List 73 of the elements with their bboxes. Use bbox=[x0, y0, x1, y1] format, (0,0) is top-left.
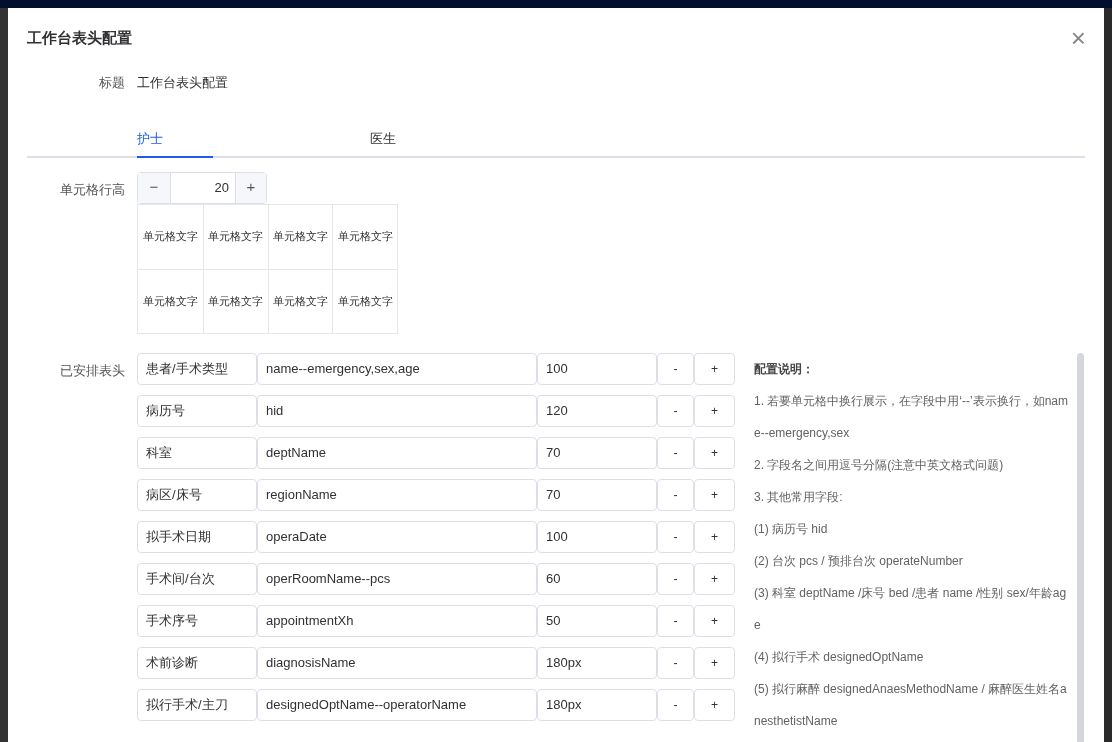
table-cell: 单元格文字 bbox=[267, 269, 333, 333]
note-line: (1) 病历号 hid bbox=[754, 520, 829, 538]
title-value: 工作台表头配置 bbox=[137, 74, 228, 92]
width-input[interactable]: 70 bbox=[537, 436, 657, 469]
note-line: (5) 拟行麻醉 designedAnaesMethodName / 麻醉医生姓名anesthetistName bbox=[754, 680, 1068, 730]
increment-button[interactable]: + bbox=[694, 646, 735, 679]
width-input[interactable]: 100 bbox=[537, 520, 657, 553]
increment-button[interactable]: + bbox=[694, 688, 735, 721]
increment-button[interactable]: + bbox=[694, 604, 735, 637]
field-input[interactable]: deptName bbox=[257, 436, 537, 469]
increment-button[interactable]: + bbox=[694, 352, 735, 385]
table-cell-text: 单元格文字 bbox=[141, 229, 199, 245]
field-input[interactable]: operRoomName--pcs bbox=[257, 562, 537, 595]
title-input[interactable]: 手术间/台次 bbox=[137, 562, 257, 595]
table-cell: 单元格文字 bbox=[332, 269, 397, 333]
increment-button[interactable]: + bbox=[694, 562, 735, 595]
tab[interactable]: 医生 bbox=[370, 116, 603, 158]
width-input[interactable]: 120 bbox=[537, 394, 657, 427]
width-input[interactable]: 60 bbox=[537, 562, 657, 595]
field-label: 标题 bbox=[98, 74, 125, 92]
increment-button[interactable]: + bbox=[694, 394, 735, 427]
decrement-button[interactable]: - bbox=[657, 604, 694, 637]
tab[interactable]: 护士 bbox=[137, 116, 370, 158]
title-input[interactable]: 患者/手术类型 bbox=[137, 352, 257, 385]
width-input[interactable]: 70 bbox=[537, 478, 657, 511]
table-cell: 单元格文字 bbox=[332, 204, 397, 269]
increment-button[interactable]: + bbox=[694, 478, 735, 511]
field-label: 已安排表头 bbox=[59, 361, 125, 380]
close-button[interactable]: × bbox=[1070, 25, 1086, 51]
decrement-button[interactable]: − bbox=[138, 172, 171, 203]
field-input[interactable]: name--emergency,sex,age bbox=[257, 352, 537, 385]
title-input[interactable]: 科室 bbox=[137, 436, 257, 469]
field-input[interactable]: regionName bbox=[257, 478, 537, 511]
table-cell: 单元格文字 bbox=[202, 269, 268, 333]
decrement-button[interactable]: - bbox=[657, 436, 694, 469]
notes-heading: 配置说明： bbox=[754, 360, 815, 378]
title-input[interactable]: 拟手术日期 bbox=[137, 520, 257, 553]
decrement-button[interactable]: - bbox=[657, 646, 694, 679]
table-cell: 单元格文字 bbox=[202, 204, 268, 269]
decrement-button[interactable]: - bbox=[657, 520, 694, 553]
note-line: 3. 其他常用字段: bbox=[754, 488, 844, 506]
title-input[interactable]: 术前诊断 bbox=[137, 646, 257, 679]
width-input[interactable]: 180px bbox=[537, 646, 657, 679]
title-input[interactable]: 拟行手术/主刀 bbox=[137, 688, 257, 721]
field-input[interactable]: diagnosisName bbox=[257, 646, 537, 679]
decrement-button[interactable]: - bbox=[657, 478, 694, 511]
width-input[interactable]: 100 bbox=[537, 352, 657, 385]
increment-button[interactable]: + bbox=[694, 436, 735, 469]
note-line: (2) 台次 pcs / 预排台次 operateNumber bbox=[754, 552, 964, 570]
title-input[interactable]: 病历号 bbox=[137, 394, 257, 427]
field-input[interactable]: designedOptName--operatorName bbox=[257, 688, 537, 721]
field-input[interactable]: hid bbox=[257, 394, 537, 427]
decrement-button[interactable]: - bbox=[657, 562, 694, 595]
decrement-button[interactable]: - bbox=[657, 394, 694, 427]
field-label: 单元格行高 bbox=[59, 180, 125, 199]
title-input[interactable]: 手术序号 bbox=[137, 604, 257, 637]
note-line: (3) 科室 deptName /床号 bed /患者 name /性别 sex/年龄age bbox=[754, 584, 1068, 634]
increment-button[interactable]: + bbox=[694, 520, 735, 553]
title-input[interactable]: 病区/床号 bbox=[137, 478, 257, 511]
field-input[interactable]: operaDate bbox=[257, 520, 537, 553]
width-input[interactable]: 180px bbox=[537, 688, 657, 721]
width-input[interactable]: 50 bbox=[537, 604, 657, 637]
note-line: 1. 若要单元格中换行展示，在字段中用‘--’表示换行，如name--emergency,sex bbox=[754, 392, 1069, 442]
decrement-button[interactable]: - bbox=[657, 688, 694, 721]
number-stepper[interactable]: − 20 + bbox=[137, 171, 267, 204]
field-input[interactable]: appointmentXh bbox=[257, 604, 537, 637]
decrement-button[interactable]: - bbox=[657, 352, 694, 385]
note-line: (4) 拟行手术 designedOptName bbox=[754, 648, 925, 666]
table-cell: 单元格文字 bbox=[267, 204, 333, 269]
note-line: 2. 字段名之间用逗号分隔(注意中英文格式问题) bbox=[754, 456, 1005, 474]
dialog-title: 工作台表头配置 bbox=[27, 27, 132, 48]
increment-button[interactable]: + bbox=[235, 172, 266, 203]
table-cell-text: 单元格文字 bbox=[141, 293, 199, 309]
